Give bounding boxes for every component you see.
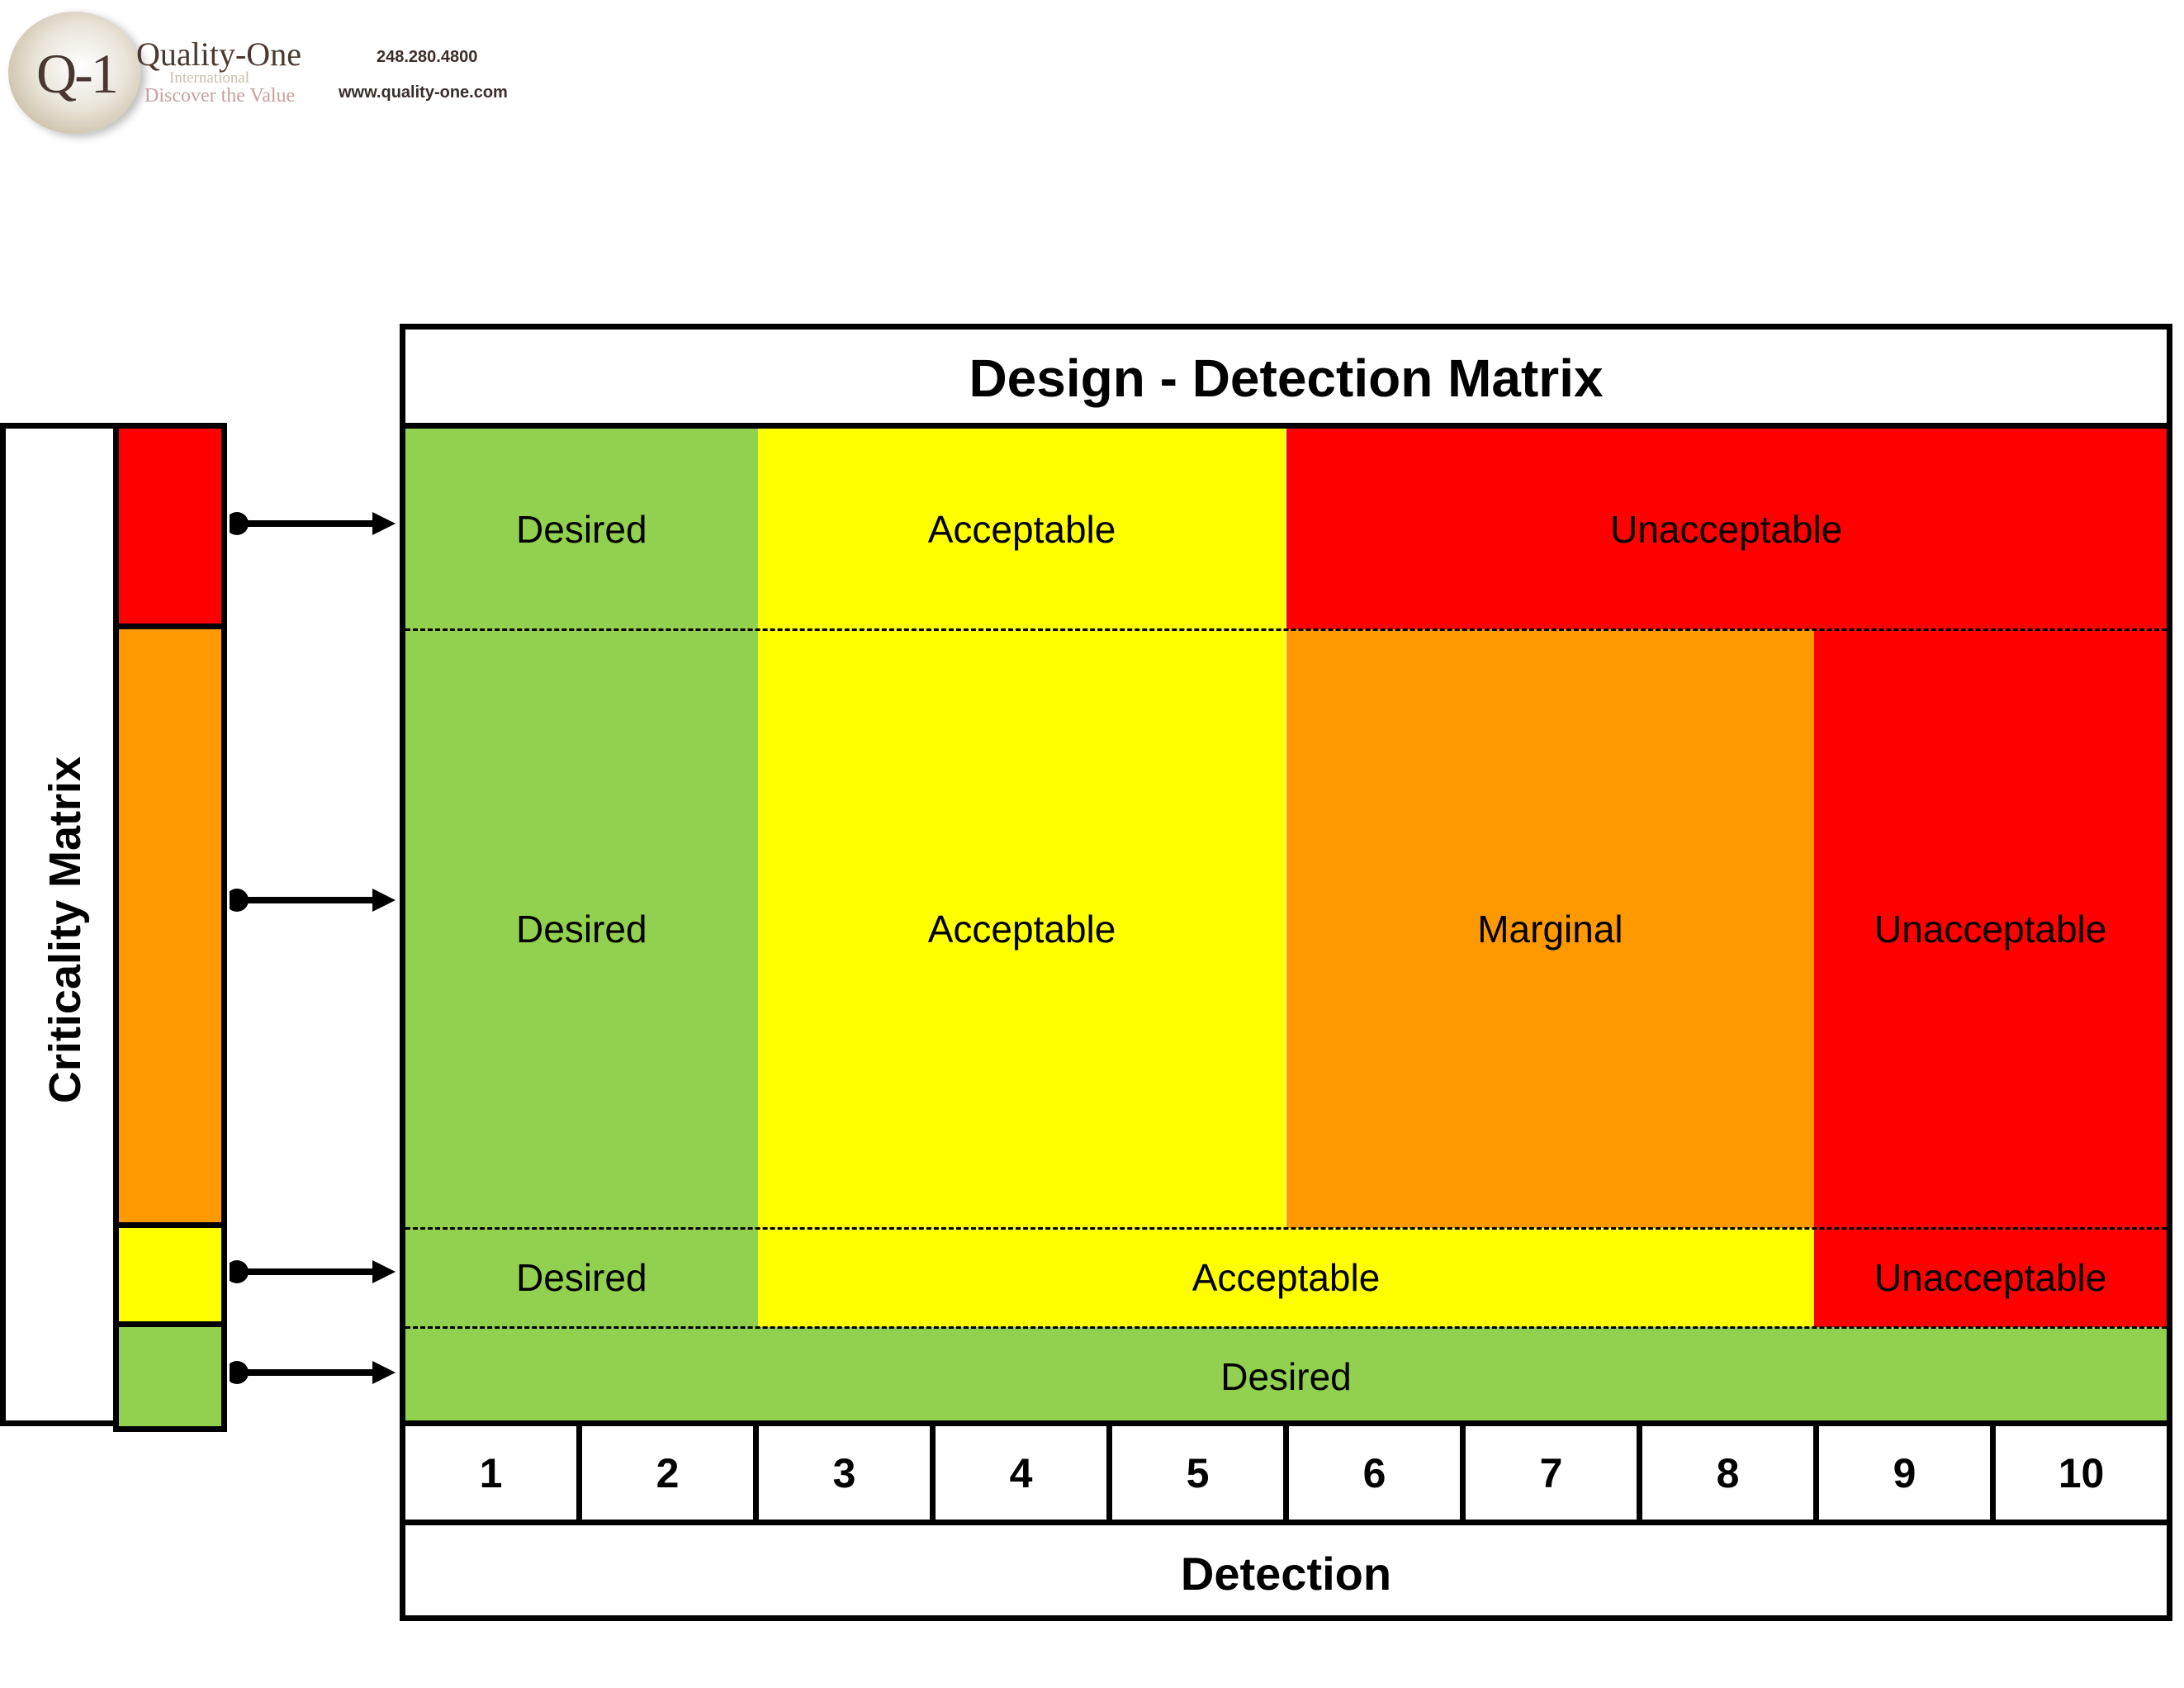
matrix-zone-unacceptable: Unacceptable	[1814, 629, 2167, 1228]
matrix-zone-desired: Desired	[405, 629, 758, 1228]
criticality-segment-medium-high	[113, 624, 227, 1228]
arrow-right-icon	[230, 1260, 396, 1283]
detection-scale-5: 5	[1106, 1420, 1289, 1525]
detection-scale: 1 2 3 4 5 6 7 8 9 10	[400, 1420, 2172, 1525]
matrix-zone-acceptable: Acceptable	[757, 429, 1286, 629]
detection-scale-10: 10	[1990, 1420, 2172, 1525]
row-divider	[405, 628, 2167, 631]
criticality-label-box: Criticality Matrix	[0, 423, 119, 1426]
detection-scale-6: 6	[1283, 1420, 1466, 1525]
detection-scale-7: 7	[1460, 1420, 1642, 1525]
matrix-zone-desired: Desired	[405, 1327, 2167, 1420]
criticality-segment-low	[113, 1321, 227, 1432]
detection-matrix: Design - Detection Matrix Desired Accepta…	[400, 324, 2172, 1621]
phone-number: 248.280.4800	[377, 48, 478, 66]
website-link[interactable]: www.quality-one.com	[339, 83, 508, 102]
matrix-zone-acceptable: Acceptable	[757, 1228, 1815, 1327]
criticality-label: Criticality Matrix	[40, 756, 90, 1104]
arrow-right-icon	[230, 1361, 396, 1384]
row-divider	[405, 1326, 2167, 1329]
matrix-zone-desired: Desired	[405, 429, 758, 629]
arrow-right-icon	[230, 511, 396, 535]
brand-tagline: Discover the Value	[144, 85, 296, 107]
matrix-zone-acceptable: Acceptable	[757, 629, 1286, 1228]
criticality-scale: Criticality Matrix	[0, 423, 227, 1432]
brand-subtitle: International	[169, 69, 250, 87]
matrix-title-box: Design - Detection Matrix	[400, 324, 2172, 429]
arrow-right-icon	[230, 889, 396, 912]
matrix-zone-desired: Desired	[405, 1228, 758, 1327]
detection-scale-8: 8	[1637, 1420, 1819, 1525]
criticality-segment-high	[113, 423, 227, 629]
row-divider	[405, 1227, 2167, 1230]
detection-scale-4: 4	[930, 1420, 1112, 1525]
detection-scale-3: 3	[753, 1420, 936, 1525]
detection-scale-9: 9	[1813, 1420, 1996, 1525]
criticality-segment-medium-low	[113, 1222, 227, 1327]
matrix-zone-unacceptable: Unacceptable	[1814, 1228, 2167, 1327]
company-logo: Q-1	[8, 12, 140, 134]
brand-block: Quality-One International Discover the V…	[136, 36, 301, 107]
matrix-zone-marginal: Marginal	[1286, 629, 1815, 1228]
detection-scale-1: 1	[400, 1420, 582, 1525]
detection-scale-2: 2	[576, 1420, 759, 1525]
detection-label-box: Detection	[400, 1520, 2172, 1621]
matrix-body: Desired Acceptable Unacceptable Desired Acce…	[400, 423, 2172, 1426]
detection-label: Detection	[1180, 1548, 1392, 1600]
matrix-zone-unacceptable: Unacceptable	[1286, 429, 2167, 629]
matrix-title: Design - Detection Matrix	[969, 349, 1604, 408]
logo-mark: Q-1	[36, 42, 119, 105]
brand-name: Quality-One	[136, 36, 301, 73]
